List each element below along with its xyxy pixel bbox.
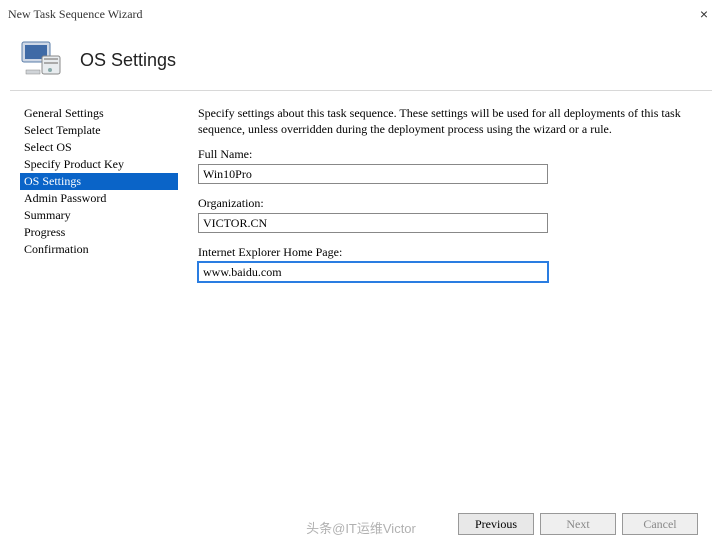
organization-input[interactable] (198, 213, 548, 233)
cancel-button[interactable]: Cancel (622, 513, 698, 535)
wizard-header: OS Settings (0, 28, 722, 90)
sidebar-item-step[interactable]: General Settings (20, 105, 178, 122)
sidebar-item-step[interactable]: OS Settings (20, 173, 178, 190)
ie-home-input[interactable] (198, 262, 548, 282)
sidebar-item-step[interactable]: Specify Product Key (20, 156, 178, 173)
full-name-label: Full Name: (198, 147, 702, 162)
ie-home-label: Internet Explorer Home Page: (198, 245, 702, 260)
titlebar: New Task Sequence Wizard × (0, 0, 722, 28)
wizard-buttons: Previous Next Cancel (458, 513, 698, 535)
sidebar-item-step[interactable]: Progress (20, 224, 178, 241)
sidebar-item-step[interactable]: Select Template (20, 122, 178, 139)
close-icon[interactable]: × (694, 6, 714, 22)
wizard-steps-sidebar: General SettingsSelect TemplateSelect OS… (20, 105, 178, 471)
content-panel: Specify settings about this task sequenc… (198, 105, 712, 471)
page-title: OS Settings (80, 50, 176, 71)
organization-label: Organization: (198, 196, 702, 211)
computer-icon (20, 40, 64, 80)
sidebar-item-step[interactable]: Summary (20, 207, 178, 224)
next-button[interactable]: Next (540, 513, 616, 535)
watermark-text: 头条@IT运维Victor (306, 518, 416, 537)
sidebar-item-step[interactable]: Select OS (20, 139, 178, 156)
previous-button[interactable]: Previous (458, 513, 534, 535)
full-name-input[interactable] (198, 164, 548, 184)
description-text: Specify settings about this task sequenc… (198, 105, 702, 137)
sidebar-item-step[interactable]: Admin Password (20, 190, 178, 207)
sidebar-item-step[interactable]: Confirmation (20, 241, 178, 258)
window-title: New Task Sequence Wizard (8, 7, 694, 22)
